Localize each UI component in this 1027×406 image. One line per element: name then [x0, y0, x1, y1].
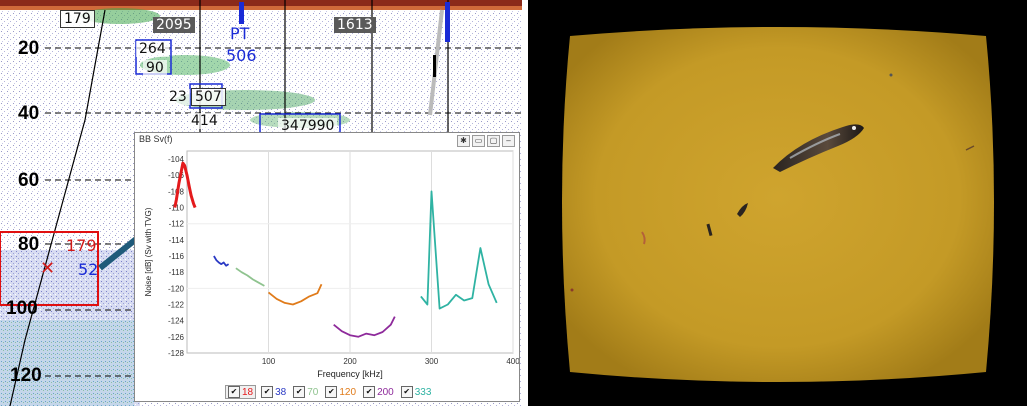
x-tick-label: 100	[262, 357, 276, 366]
checkbox-icon[interactable]: ✔	[228, 386, 240, 398]
checkbox-icon[interactable]: ✔	[325, 386, 338, 398]
checkbox-icon[interactable]: ✔	[261, 386, 274, 398]
y-tick-label: -112	[169, 220, 185, 229]
x-tick-label: 400	[506, 357, 519, 366]
y-tick-label: -114	[169, 236, 185, 245]
echo-tag[interactable]: 2095	[153, 17, 195, 33]
legend-label: 18	[242, 386, 254, 398]
echogram-panel: 20 40 60 80 100 120 179 2095 264 90 23 5…	[0, 0, 522, 406]
echo-tag[interactable]: 90	[143, 60, 167, 76]
camera-frame	[562, 27, 994, 382]
legend-item-70[interactable]: ✔ 70	[291, 386, 320, 398]
legend-item-120[interactable]: ✔ 120	[323, 386, 358, 398]
selection-blue-value: 52	[78, 260, 99, 279]
y-tick-label: -126	[168, 333, 185, 342]
legend-item-18[interactable]: ✔ 18	[225, 385, 257, 399]
checkbox-icon[interactable]: ✔	[293, 386, 306, 398]
echo-tag[interactable]: 23	[166, 89, 190, 105]
selection-marker-icon[interactable]: ✕	[40, 258, 55, 279]
legend-label: 333	[414, 386, 432, 398]
depth-label: 80	[18, 234, 40, 255]
legend-label: 120	[339, 386, 357, 398]
echo-tag[interactable]: 1613	[334, 17, 376, 33]
y-tick-label: -124	[168, 317, 185, 326]
x-tick-label: 200	[343, 357, 357, 366]
illuminated-background	[562, 27, 994, 382]
x-axis-label: Frequency [kHz]	[317, 369, 383, 379]
y-tick-label: -120	[168, 284, 185, 293]
echo-tag[interactable]: 264	[136, 41, 169, 57]
legend-label: 38	[275, 386, 287, 398]
legend-item-200[interactable]: ✔ 200	[361, 386, 396, 398]
camera-image	[528, 0, 1027, 406]
legend-item-333[interactable]: ✔ 333	[399, 386, 434, 398]
depth-label: 20	[18, 38, 40, 59]
y-axis-label: Noise [dB] (Sv with TVG)	[144, 207, 153, 296]
echo-tag[interactable]: 179	[60, 10, 95, 28]
y-tick-label: -116	[169, 252, 185, 261]
y-tick-label: -128	[168, 349, 185, 358]
echo-tag[interactable]: 414	[188, 113, 221, 129]
pt-value: 506	[226, 46, 257, 65]
checkbox-icon[interactable]: ✔	[400, 386, 413, 398]
bb-sv-chart: -104-106-108-110-112-114-116-118-120-122…	[144, 150, 519, 379]
x-tick-label: 300	[425, 357, 439, 366]
pt-label: PT	[230, 24, 250, 43]
bb-sv-window[interactable]: BB Sv(f) ✱ ▭ ▢ – -104 -106 -108 -110 -112 -11…	[134, 132, 520, 402]
legend-label: 200	[377, 386, 394, 398]
depth-label: 60	[18, 170, 40, 191]
y-tick-label: -122	[168, 301, 185, 310]
y-tick-label: -118	[169, 268, 185, 277]
depth-label: 100	[6, 298, 38, 319]
depth-label: 120	[10, 365, 42, 386]
checkbox-icon[interactable]: ✔	[363, 386, 376, 398]
chart-legend: ✔ 18 ✔ 38 ✔ 70 ✔ 120 ✔ 200 ✔ 333	[225, 385, 433, 399]
legend-label: 70	[307, 386, 319, 398]
echo-tag[interactable]: 507	[191, 88, 226, 106]
selection-red-value: 179	[66, 236, 97, 255]
depth-label: 40	[18, 103, 40, 124]
legend-item-38[interactable]: ✔ 38	[259, 386, 288, 398]
